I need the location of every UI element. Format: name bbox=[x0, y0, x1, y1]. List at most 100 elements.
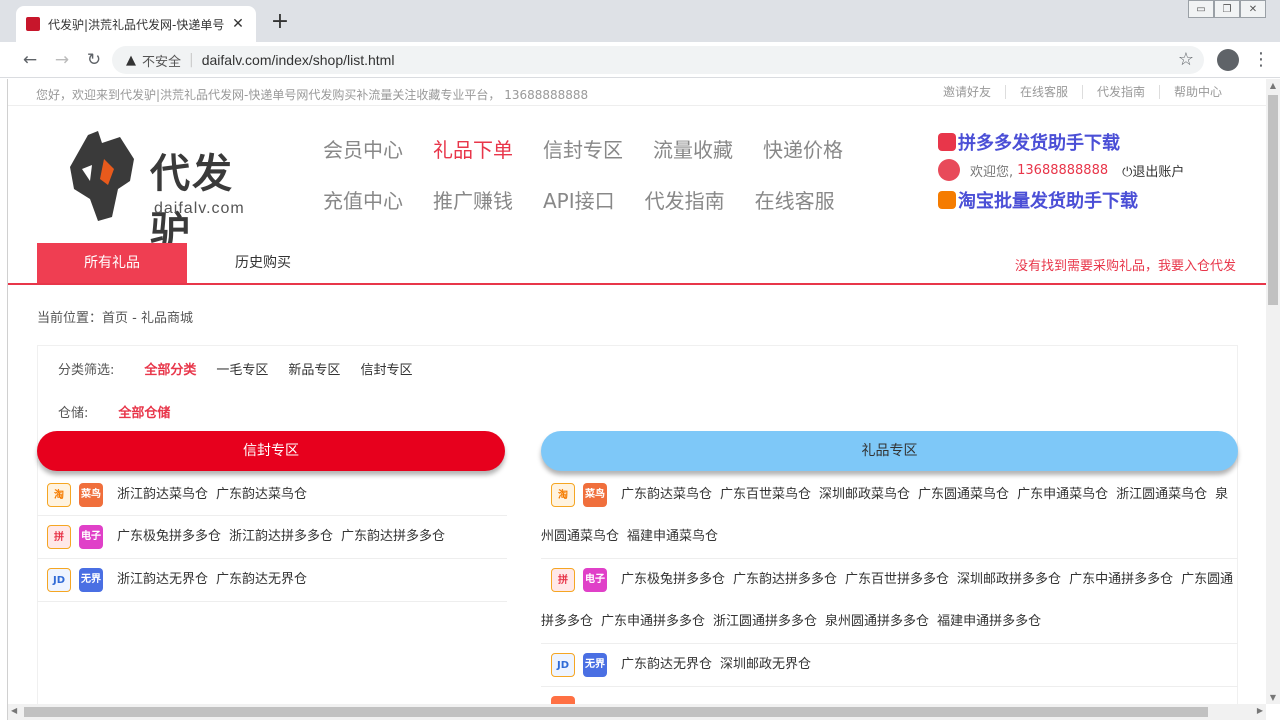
gift-row-pdd[interactable]: 拼 电子 广东极兔拼多多仓 广东韵达拼多多仓 广东百世拼多多仓 深圳邮政拼多多仓 广东中… bbox=[541, 559, 1238, 644]
url-text[interactable]: daifalv.com/index/shop/list.html bbox=[202, 52, 395, 68]
gift-row-taobao[interactable]: 淘 菜鸟 广东韵达菜鸟仓 广东百世菜鸟仓 深圳邮政菜鸟仓 广东圆通菜鸟仓 广东申通菜鸟仓… bbox=[541, 474, 1238, 559]
scroll-up-icon[interactable]: ▲ bbox=[1266, 81, 1280, 90]
warehouse-item[interactable]: 泉州圆通拼多多仓 bbox=[825, 614, 929, 629]
link-guide[interactable]: 代发指南 bbox=[1081, 85, 1159, 99]
warning-icon[interactable]: ▲ bbox=[126, 53, 136, 68]
tab-close-icon[interactable]: ✕ bbox=[230, 16, 246, 32]
category-envelope[interactable]: 信封专区 bbox=[360, 359, 412, 378]
link-online-service[interactable]: 在线客服 bbox=[1004, 85, 1082, 99]
warehouse-item[interactable]: 浙江韵达拼多多仓 bbox=[229, 529, 333, 544]
warehouse-item[interactable]: 广东韵达菜鸟仓 bbox=[216, 487, 307, 502]
row-badges: JD 无界 bbox=[551, 653, 615, 677]
warehouse-item[interactable]: 广东百世拼多多仓 bbox=[845, 572, 949, 587]
nav-member-center[interactable]: 会员中心 bbox=[323, 134, 403, 185]
main-nav: 会员中心 礼品下单 信封专区 流量收藏 快递价格 充值中心 推广赚钱 API接口… bbox=[323, 134, 883, 236]
warehouse-item[interactable]: 拼多多仓 bbox=[541, 614, 593, 629]
nav-recharge[interactable]: 充值中心 bbox=[323, 185, 403, 236]
warehouse-item[interactable]: 州圆通菜鸟仓 bbox=[541, 529, 619, 544]
warehouse-item[interactable]: 广东韵达无界仓 bbox=[621, 657, 712, 672]
insecure-label[interactable]: 不安全 bbox=[142, 51, 181, 70]
breadcrumb: 当前位置：首页 - 礼品商城 bbox=[37, 311, 193, 326]
pdd-helper-download[interactable]: 拼多多发货助手下载 bbox=[938, 129, 1238, 155]
url-input[interactable]: ▲ 不安全 | daifalv.com/index/shop/list.html… bbox=[112, 46, 1204, 74]
taobao-icon bbox=[938, 191, 956, 209]
warehouse-item[interactable]: 广东申通拼多多仓 bbox=[601, 614, 705, 629]
link-invite[interactable]: 邀请好友 bbox=[929, 85, 1005, 99]
taobao-helper-download[interactable]: 淘宝批量发货助手下载 bbox=[938, 187, 1238, 213]
nav-traffic-collect[interactable]: 流量收藏 bbox=[653, 134, 733, 185]
warehouse-item[interactable]: 福建申通菜鸟仓 bbox=[627, 529, 718, 544]
category-all[interactable]: 全部分类 bbox=[144, 359, 196, 378]
nav-gift-order[interactable]: 礼品下单 bbox=[433, 134, 513, 185]
welcome-text: 您好，欢迎来到代发驴|洪荒礼品代发网-快递单号网代发购买补流量关注收藏专业平台，… bbox=[36, 88, 589, 102]
tab-history[interactable]: 历史购买 bbox=[188, 243, 338, 283]
warehouse-item[interactable]: 广东申通菜鸟仓 bbox=[1017, 487, 1108, 502]
warehouse-item[interactable]: 广东韵达拼多多仓 bbox=[733, 572, 837, 587]
warehouse-item[interactable]: 浙江韵达无界仓 bbox=[117, 572, 208, 587]
forward-icon[interactable]: → bbox=[50, 48, 74, 72]
link-help[interactable]: 帮助中心 bbox=[1158, 85, 1236, 99]
reload-icon[interactable]: ↻ bbox=[82, 48, 106, 72]
tab-all-gifts[interactable]: 所有礼品 bbox=[37, 243, 187, 283]
category-one-cent[interactable]: 一毛专区 bbox=[216, 359, 268, 378]
site-logo[interactable]: 代发驴 daifalv.com bbox=[68, 129, 268, 255]
window-close-icon[interactable]: ✕ bbox=[1240, 0, 1266, 18]
browser-menu-icon[interactable]: ⋮ bbox=[1252, 48, 1270, 72]
vertical-scrollbar[interactable]: ▲ ▼ bbox=[1266, 79, 1280, 704]
jd-badge-icon: JD bbox=[551, 653, 575, 677]
horizontal-scrollbar[interactable]: ◀ ▶ bbox=[8, 704, 1266, 720]
envelope-row-taobao[interactable]: 淘 菜鸟 浙江韵达菜鸟仓 广东韵达菜鸟仓 bbox=[37, 474, 507, 516]
envelope-row-jd[interactable]: JD 无界 浙江韵达无界仓 广东韵达无界仓 bbox=[37, 559, 507, 602]
user-phone[interactable]: 13688888888 bbox=[1017, 163, 1108, 178]
nav-express-price[interactable]: 快递价格 bbox=[763, 134, 843, 185]
warehouse-request-link[interactable]: 没有找到需要采购礼品，我要入仓代发 bbox=[1015, 255, 1236, 274]
warehouse-item[interactable]: 广东圆通菜鸟仓 bbox=[918, 487, 1009, 502]
nav-api[interactable]: API接口 bbox=[543, 185, 615, 236]
category-filter-label: 分类筛选: bbox=[58, 363, 115, 378]
scroll-left-icon[interactable]: ◀ bbox=[11, 706, 17, 715]
nav-promote[interactable]: 推广赚钱 bbox=[433, 185, 513, 236]
envelope-row-pdd[interactable]: 拼 电子 广东极兔拼多多仓 浙江韵达拼多多仓 广东韵达拼多多仓 bbox=[37, 516, 507, 559]
profile-avatar-icon[interactable] bbox=[1217, 49, 1239, 71]
warehouse-item[interactable]: 福建申通拼多多仓 bbox=[937, 614, 1041, 629]
scroll-down-icon[interactable]: ▼ bbox=[1266, 693, 1280, 702]
browser-tab[interactable]: 代发驴|洪荒礼品代发网-快递单号 ✕ bbox=[16, 6, 256, 42]
new-tab-button[interactable]: + bbox=[268, 10, 292, 34]
warehouse-list: 广东韵达无界仓 深圳邮政无界仓 bbox=[541, 644, 1238, 686]
envelope-zone-header[interactable]: 信封专区 bbox=[37, 431, 505, 471]
nav-guide[interactable]: 代发指南 bbox=[645, 185, 725, 236]
vertical-scroll-thumb[interactable] bbox=[1268, 95, 1278, 305]
bookmark-star-icon[interactable]: ☆ bbox=[1178, 49, 1194, 70]
horizontal-scroll-thumb[interactable] bbox=[24, 707, 1208, 717]
gift-row-jd[interactable]: JD 无界 广东韵达无界仓 深圳邮政无界仓 bbox=[541, 644, 1238, 687]
warehouse-item[interactable]: 浙江圆通拼多多仓 bbox=[713, 614, 817, 629]
warehouse-all[interactable]: 全部仓储 bbox=[118, 402, 170, 421]
warehouse-item[interactable]: 广东韵达菜鸟仓 bbox=[621, 487, 712, 502]
warehouse-item[interactable]: 广东极兔拼多多仓 bbox=[621, 572, 725, 587]
gift-zone-header[interactable]: 礼品专区 bbox=[541, 431, 1238, 471]
maximize-icon[interactable]: ❐ bbox=[1214, 0, 1240, 18]
back-icon[interactable]: ← bbox=[18, 48, 42, 72]
warehouse-item[interactable]: 深圳邮政拼多多仓 bbox=[957, 572, 1061, 587]
warehouse-list-continued: 州圆通菜鸟仓 福建申通菜鸟仓 bbox=[541, 516, 726, 558]
warehouse-item[interactable]: 广东韵达拼多多仓 bbox=[341, 529, 445, 544]
warehouse-item[interactable]: 广东圆通 bbox=[1181, 572, 1233, 587]
warehouse-item[interactable]: 泉 bbox=[1215, 487, 1228, 502]
row-badges bbox=[551, 696, 583, 704]
logout-link[interactable]: ⏻退出账户 bbox=[1122, 161, 1184, 180]
warehouse-item[interactable]: 浙江圆通菜鸟仓 bbox=[1116, 487, 1207, 502]
category-new[interactable]: 新品专区 bbox=[288, 359, 340, 378]
nav-online-service[interactable]: 在线客服 bbox=[755, 185, 835, 236]
page-viewport: 您好，欢迎来到代发驴|洪荒礼品代发网-快递单号网代发购买补流量关注收藏专业平台，… bbox=[8, 79, 1266, 704]
warehouse-item[interactable]: 广东中通拼多多仓 bbox=[1069, 572, 1173, 587]
warehouse-item[interactable]: 广东韵达无界仓 bbox=[216, 572, 307, 587]
warehouse-item[interactable]: 浙江韵达菜鸟仓 bbox=[117, 487, 208, 502]
nav-envelope-zone[interactable]: 信封专区 bbox=[543, 134, 623, 185]
warehouse-item[interactable]: 深圳邮政菜鸟仓 bbox=[819, 487, 910, 502]
warehouse-item[interactable]: 广东百世菜鸟仓 bbox=[720, 487, 811, 502]
scroll-right-icon[interactable]: ▶ bbox=[1257, 706, 1263, 715]
browser-tab-strip: 代发驴|洪荒礼品代发网-快递单号 ✕ + ▭ ❐ ✕ bbox=[0, 0, 1280, 42]
minimize-icon[interactable]: ▭ bbox=[1188, 0, 1214, 18]
warehouse-item[interactable]: 深圳邮政无界仓 bbox=[720, 657, 811, 672]
warehouse-item[interactable]: 广东极兔拼多多仓 bbox=[117, 529, 221, 544]
